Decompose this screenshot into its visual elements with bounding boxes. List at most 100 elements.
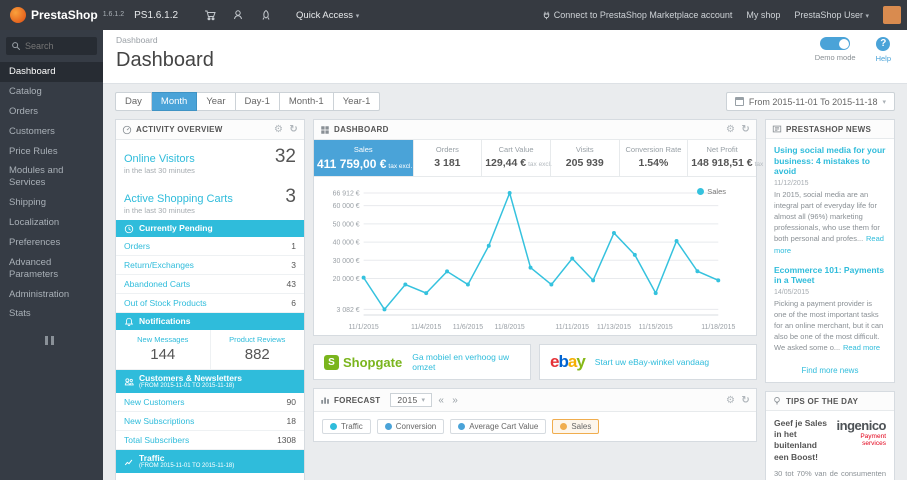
- customer-icon[interactable]: [232, 9, 244, 21]
- active-carts-value: 3: [285, 186, 296, 207]
- kpi-row: Sales 411 759,00 € tax excl. Orders 3 181…: [314, 140, 778, 177]
- date-range-picker[interactable]: From 2015-11-01 To 2015-11-18 ▾: [725, 92, 895, 111]
- sidebar-item-customers[interactable]: Customers: [0, 122, 103, 142]
- svg-text:60 000 €: 60 000 €: [333, 203, 360, 210]
- range-button-year-1[interactable]: Year-1: [333, 92, 381, 111]
- row-label[interactable]: Total Subscribers: [124, 435, 189, 445]
- date-range-label: From 2015-11-01 To 2015-11-18: [748, 96, 878, 107]
- shop-version-label: PS1.6.1.2: [134, 9, 179, 21]
- marketplace-connect-link[interactable]: Connect to PrestaShop Marketplace accoun…: [542, 10, 732, 20]
- google-analytics-link[interactable]: Link to your Google Analytics account: [116, 473, 304, 480]
- lightbulb-icon: [772, 396, 782, 406]
- range-button-day-1[interactable]: Day-1: [235, 92, 280, 111]
- pending-row-returns[interactable]: Return/Exchanges 3: [116, 256, 304, 275]
- range-button-group: Day Month Year Day-1 Month-1 Year-1: [115, 92, 381, 111]
- customers-row-new-subscriptions[interactable]: New Subscriptions 18: [116, 412, 304, 431]
- quick-access-menu[interactable]: Quick Access ▾: [284, 10, 371, 21]
- kpi-label: Sales: [353, 145, 373, 154]
- row-label[interactable]: Return/Exchanges: [124, 260, 194, 270]
- gear-icon[interactable]: ⚙: [726, 124, 735, 135]
- sidebar-item-localization[interactable]: Localization: [0, 213, 103, 233]
- forecast-toggle-conversion[interactable]: Conversion: [376, 419, 445, 434]
- row-value: 6: [291, 297, 296, 308]
- pending-row-orders[interactable]: Orders 1: [116, 237, 304, 256]
- news-headline-link[interactable]: Using social media for your business: 4 …: [774, 145, 886, 177]
- avatar[interactable]: [883, 6, 901, 24]
- panel-title: PRESTASHOP NEWS: [786, 124, 872, 134]
- forecast-toggle-traffic[interactable]: Traffic: [322, 419, 371, 434]
- range-button-month[interactable]: Month: [151, 92, 198, 111]
- pending-row-out-of-stock[interactable]: Out of Stock Products 6: [116, 294, 304, 313]
- sidebar-item-price-rules[interactable]: Price Rules: [0, 142, 103, 162]
- forecast-year-select[interactable]: 2015 ▾: [390, 393, 433, 407]
- sidebar-item-preferences[interactable]: Preferences: [0, 233, 103, 253]
- row-label[interactable]: New Subscriptions: [124, 416, 194, 426]
- grid-icon: [320, 125, 330, 135]
- sidebar-item-shipping[interactable]: Shipping: [0, 193, 103, 213]
- sidebar-item-administration[interactable]: Administration: [0, 285, 103, 305]
- forecast-toggle-average-cart-value[interactable]: Average Cart Value: [450, 419, 547, 434]
- help-icon[interactable]: ?: [876, 37, 891, 51]
- active-carts-subtitle: in the last 30 minutes: [124, 206, 195, 215]
- news-headline-link[interactable]: Ecommerce 101: Payments in a Tweet: [774, 265, 886, 286]
- rocket-icon[interactable]: [260, 9, 272, 21]
- kpi-sales[interactable]: Sales 411 759,00 € tax excl.: [314, 140, 414, 176]
- demo-mode-toggle[interactable]: [820, 37, 851, 50]
- read-more-link[interactable]: Read more: [843, 343, 880, 352]
- new-messages-cell[interactable]: New Messages 144: [116, 330, 210, 369]
- active-carts-link[interactable]: Active Shopping Carts: [124, 193, 233, 205]
- gear-icon[interactable]: ⚙: [274, 124, 283, 135]
- find-more-news-link[interactable]: Find more news: [766, 364, 894, 382]
- range-button-year[interactable]: Year: [197, 92, 236, 111]
- chart-legend[interactable]: Sales: [697, 187, 726, 196]
- search-input[interactable]: [25, 41, 91, 51]
- section-subtitle: (FROM 2015-11-01 TO 2015-11-18): [139, 382, 235, 389]
- sidebar-item-stats[interactable]: Stats: [0, 304, 103, 324]
- activity-column: ACTIVITY OVERVIEW ⚙ ↻ Online Visitors 32 …: [115, 119, 305, 480]
- online-visitors-link[interactable]: Online Visitors: [124, 153, 195, 165]
- sidebar-item-catalog[interactable]: Catalog: [0, 82, 103, 102]
- kpi-cart-value[interactable]: Cart Value 129,44 € tax excl.: [482, 140, 552, 176]
- row-label[interactable]: Abandoned Carts: [124, 279, 190, 289]
- sidebar-item-dashboard[interactable]: Dashboard: [0, 62, 103, 82]
- kpi-visits[interactable]: Visits 205 939: [551, 140, 620, 176]
- row-label[interactable]: New Customers: [124, 397, 184, 407]
- product-reviews-cell[interactable]: Product Reviews 882: [209, 329, 305, 369]
- sidebar-item-modules-and-services[interactable]: Modules and Services: [0, 161, 103, 193]
- pending-row-abandoned-carts[interactable]: Abandoned Carts 43: [116, 275, 304, 294]
- kpi-orders[interactable]: Orders 3 181: [414, 140, 483, 176]
- forecast-prev-button[interactable]: «: [436, 395, 446, 406]
- forecast-toggle-sales[interactable]: Sales: [552, 419, 600, 434]
- row-label[interactable]: Orders: [124, 241, 150, 251]
- gear-icon[interactable]: ⚙: [726, 395, 735, 406]
- row-value: 1308: [277, 434, 296, 445]
- cart-icon[interactable]: [204, 9, 216, 21]
- sidebar-collapse-button[interactable]: [44, 336, 59, 346]
- search-icon: [11, 41, 21, 52]
- forecast-next-button[interactable]: »: [450, 395, 460, 406]
- my-shop-link[interactable]: My shop: [746, 10, 780, 20]
- range-button-day[interactable]: Day: [115, 92, 152, 111]
- customers-row-new-customers[interactable]: New Customers 90: [116, 393, 304, 412]
- shopgate-link[interactable]: Ga mobiel en verhoog uw omzet: [412, 352, 520, 372]
- kpi-conversion-rate[interactable]: Conversion Rate 1.54%: [620, 140, 689, 176]
- ebay-logo: ebay: [550, 352, 586, 372]
- row-label[interactable]: Out of Stock Products: [124, 298, 207, 308]
- kpi-value: 205 939: [565, 157, 604, 169]
- prestashop-home-link[interactable]: PrestaShop 1.6.1.2: [0, 7, 134, 23]
- news-excerpt: In 2015, social media are an integral pa…: [774, 189, 880, 244]
- refresh-icon[interactable]: ↻: [741, 124, 750, 135]
- customers-row-total-subscribers[interactable]: Total Subscribers 1308: [116, 431, 304, 450]
- kpi-net-profit[interactable]: Net Profit 148 918,51 €tax excl.: [688, 140, 778, 176]
- shopgate-logo: S Shopgate: [324, 354, 402, 370]
- user-menu[interactable]: PrestaShop User ▾: [794, 10, 869, 20]
- sidebar-item-orders[interactable]: Orders: [0, 102, 103, 122]
- sidebar-item-advanced-parameters[interactable]: Advanced Parameters: [0, 253, 103, 285]
- section-title: Currently Pending: [139, 223, 213, 234]
- range-button-month-1[interactable]: Month-1: [279, 92, 334, 111]
- refresh-icon[interactable]: ↻: [741, 395, 750, 406]
- refresh-icon[interactable]: ↻: [289, 124, 298, 135]
- date-toolbar: Day Month Year Day-1 Month-1 Year-1 From…: [115, 92, 895, 111]
- row-value: 3: [291, 259, 296, 270]
- ebay-link[interactable]: Start uw eBay-winkel vandaag: [595, 357, 709, 367]
